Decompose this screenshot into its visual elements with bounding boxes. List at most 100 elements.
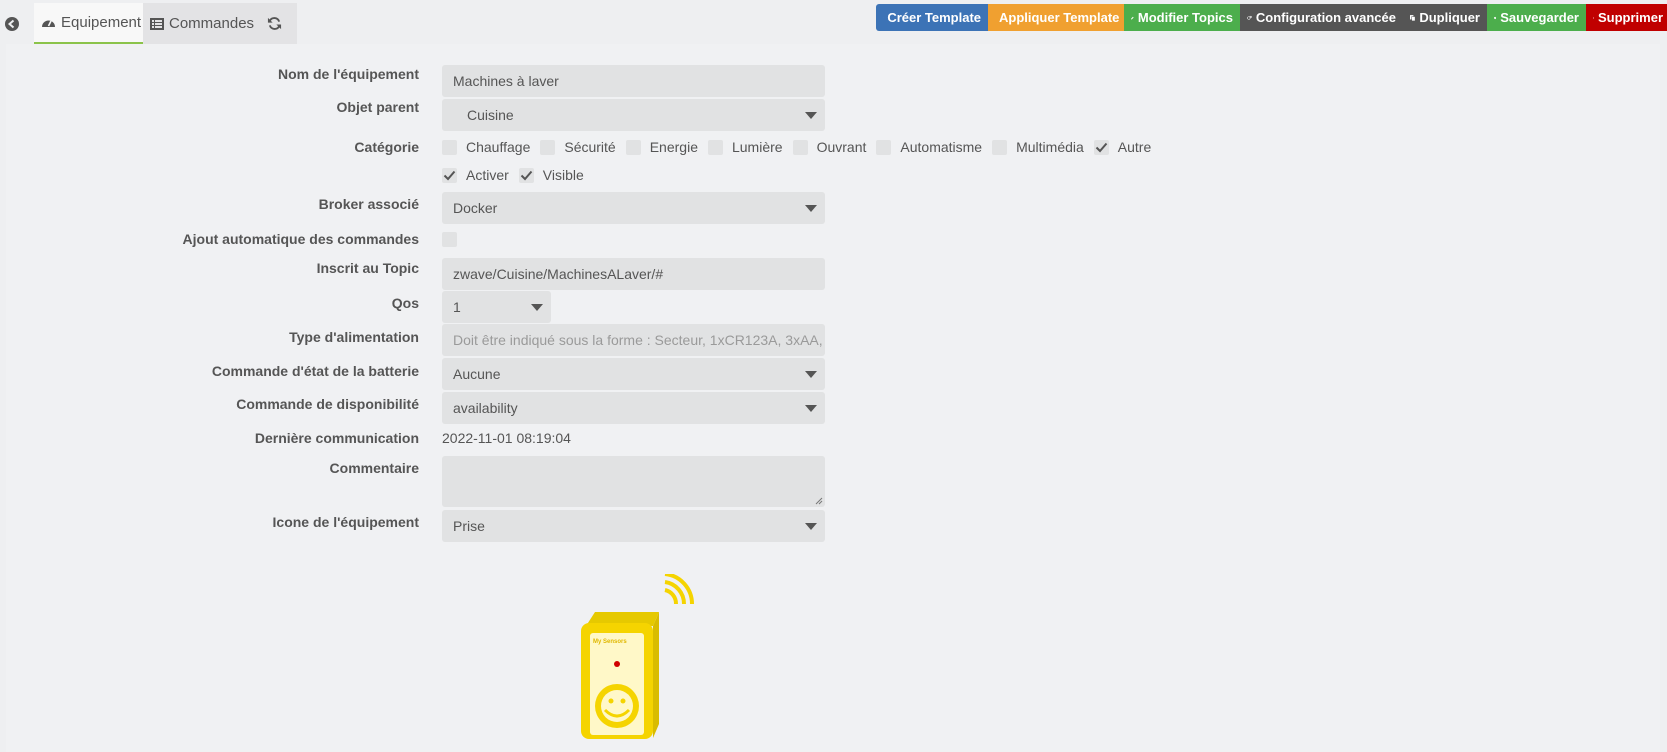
name-input[interactable]: Machines à laver (442, 65, 825, 97)
category-opening-label: Ouvrant (816, 139, 867, 155)
comment-textarea[interactable] (442, 456, 825, 507)
tab-commands-label: Commandes (169, 15, 255, 32)
back-button[interactable] (0, 3, 28, 44)
check-circle-icon (1494, 16, 1497, 19)
check-icon (1095, 142, 1108, 152)
tab-equipment[interactable]: Equipement (34, 3, 143, 44)
category-security[interactable]: Sécurité (540, 139, 616, 155)
smart-plug-icon: My Sensors (581, 574, 695, 739)
equipment-form-panel: Nom de l'équipement Machines à laver Obj… (6, 44, 1660, 752)
enable-label: Activer (466, 167, 509, 183)
category-label: Catégorie (354, 139, 419, 155)
category-multimedia-label: Multimédia (1016, 139, 1084, 155)
top-bar: Equipement Commandes Créer Template Appl… (0, 0, 1667, 44)
tab-commands[interactable]: Commandes (143, 3, 257, 44)
refresh-button[interactable] (257, 3, 297, 44)
auto-add-checkbox[interactable] (442, 232, 457, 247)
battery-select[interactable]: Aucune (442, 358, 825, 390)
minus-circle-icon (1593, 17, 1594, 18)
power-placeholder: Doit être indiqué sous la forme : Secteu… (453, 332, 823, 348)
availability-value: availability (453, 400, 518, 416)
category-energy[interactable]: Energie (625, 139, 698, 155)
broker-label: Broker associé (318, 196, 419, 212)
check-icon (520, 170, 533, 180)
power-label: Type d'alimentation (289, 329, 419, 345)
checkbox[interactable] (625, 139, 641, 155)
apply-template-button[interactable]: Appliquer Template (988, 4, 1124, 31)
power-input[interactable]: Doit être indiqué sous la forme : Secteu… (442, 324, 825, 356)
category-light[interactable]: Lumière (707, 139, 783, 155)
tab-equipment-label: Equipement (61, 14, 142, 31)
create-template-label: Créer Template (887, 10, 981, 25)
chevron-down-icon (805, 523, 817, 530)
chevron-down-icon (805, 371, 817, 378)
name-value: Machines à laver (453, 73, 559, 89)
comment-label: Commentaire (329, 460, 419, 476)
battery-value: Aucune (453, 366, 501, 382)
refresh-icon (267, 17, 282, 30)
check-icon (443, 170, 456, 180)
duplicate-label: Dupliquer (1419, 10, 1480, 25)
device-brand-text: My Sensors (593, 639, 627, 645)
chevron-down-icon (805, 405, 817, 412)
checkbox-checked[interactable] (1093, 139, 1109, 155)
arrow-circle-left-icon (4, 16, 19, 31)
category-other-label: Autre (1117, 139, 1152, 155)
save-label: Sauvegarder (1500, 10, 1579, 25)
category-other[interactable]: Autre (1093, 139, 1152, 155)
delete-label: Supprimer (1597, 10, 1663, 25)
cogs-icon (1247, 15, 1252, 20)
topic-input[interactable]: zwave/Cuisine/MachinesALaver/# (442, 258, 825, 290)
checkbox[interactable] (876, 139, 892, 155)
qos-select[interactable]: 1 (442, 291, 551, 323)
state-checkboxes: Activer Visible (442, 167, 594, 183)
icon-select[interactable]: Prise (442, 510, 825, 542)
battery-label: Commande d'état de la batterie (211, 363, 419, 379)
parent-label: Objet parent (336, 99, 419, 115)
last-comm-value: 2022-11-01 08:19:04 (442, 430, 571, 446)
duplicate-button[interactable]: Dupliquer (1403, 4, 1487, 31)
save-button[interactable]: Sauvegarder (1487, 4, 1586, 31)
name-label: Nom de l'équipement (277, 66, 419, 82)
delete-button[interactable]: Supprimer (1586, 4, 1667, 31)
chevron-down-icon (805, 205, 817, 212)
checkbox[interactable] (792, 139, 808, 155)
topic-value: zwave/Cuisine/MachinesALaver/# (453, 266, 664, 282)
advanced-config-button[interactable]: Configuration avancée (1240, 4, 1403, 31)
checkbox[interactable] (992, 139, 1008, 155)
parent-select[interactable]: Cuisine (442, 99, 825, 131)
checkbox[interactable] (540, 139, 556, 155)
category-heating[interactable]: Chauffage (442, 139, 530, 155)
auto-add-label: Ajout automatique des commandes (182, 231, 419, 247)
advanced-config-label: Configuration avancée (1255, 10, 1396, 25)
create-template-button[interactable]: Créer Template (876, 4, 988, 31)
enable-checkbox[interactable]: Activer (442, 167, 509, 183)
availability-select[interactable]: availability (442, 392, 825, 424)
edit-topics-button[interactable]: Modifier Topics (1124, 4, 1240, 31)
chevron-down-icon (531, 304, 543, 311)
list-icon (150, 17, 164, 30)
edit-topics-label: Modifier Topics (1137, 10, 1233, 25)
chevron-down-icon (805, 112, 817, 119)
checkbox[interactable] (707, 139, 723, 155)
last-comm-label: Dernière communication (254, 430, 419, 446)
checkbox[interactable] (442, 139, 457, 155)
category-opening[interactable]: Ouvrant (792, 139, 867, 155)
category-automation-label: Automatisme (900, 139, 983, 155)
qos-label: Qos (391, 295, 419, 311)
category-multimedia[interactable]: Multimédia (992, 139, 1084, 155)
resize-handle-icon[interactable] (814, 496, 823, 505)
parent-value: Cuisine (467, 107, 514, 123)
broker-select[interactable]: Docker (442, 192, 825, 224)
qos-value: 1 (453, 299, 461, 315)
category-light-label: Lumière (731, 139, 783, 155)
visible-checkbox[interactable]: Visible (518, 167, 584, 183)
category-automation[interactable]: Automatisme (876, 139, 982, 155)
icon-value: Prise (453, 518, 485, 534)
checkbox-checked[interactable] (442, 167, 457, 183)
checkbox-checked[interactable] (518, 167, 534, 183)
action-buttons: Créer Template Appliquer Template Modifi… (876, 4, 1667, 31)
visible-label: Visible (542, 167, 584, 183)
category-checkboxes: Chauffage Sécurité Energie Lumière Ouvra… (442, 139, 1161, 155)
auto-add-checkbox-wrap (442, 232, 466, 247)
